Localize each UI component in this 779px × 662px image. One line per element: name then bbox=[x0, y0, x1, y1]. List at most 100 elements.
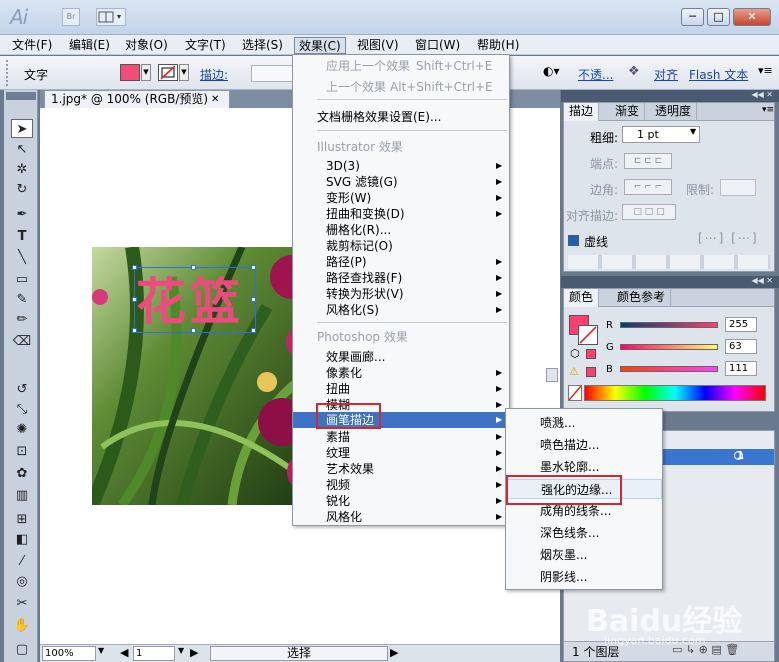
page-field[interactable]: 1 bbox=[133, 646, 175, 661]
weight-dropdown-icon[interactable]: ▼ bbox=[690, 127, 696, 136]
pen-tool-icon[interactable]: ✒ bbox=[11, 205, 33, 224]
lasso-icon[interactable]: ↻ bbox=[11, 180, 33, 199]
scale-icon[interactable]: ⤡ bbox=[11, 400, 33, 419]
magic-wand-icon[interactable]: ✲ bbox=[11, 160, 33, 179]
dashed-checkbox[interactable] bbox=[568, 235, 579, 246]
menu-item-crop-marks[interactable]: 裁剪标记(O) bbox=[293, 238, 509, 254]
submenu-item-ink-outlines[interactable]: 墨水轮廓... bbox=[506, 457, 662, 477]
paintbrush-icon[interactable]: ✎ bbox=[11, 290, 33, 309]
menu-item-sharpen[interactable]: 锐化 ▶ bbox=[293, 493, 509, 509]
rotate-icon[interactable]: ↺ bbox=[11, 380, 33, 399]
document-tab[interactable]: 1.jpg* @ 100% (RGB/预览) ✕ bbox=[44, 90, 230, 108]
corner-buttons[interactable]: ⌐ ⌐ ⌐ bbox=[624, 179, 672, 195]
menu-item-stylize-ps[interactable]: 风格化 ▶ bbox=[293, 509, 509, 525]
stroke-color-swatch[interactable] bbox=[578, 325, 598, 345]
b-slider[interactable] bbox=[620, 366, 718, 372]
menu-item-effect-gallery[interactable]: 效果画廊... bbox=[293, 349, 509, 365]
next-page-icon[interactable]: ▶ bbox=[190, 646, 198, 659]
blend-tool-icon[interactable]: ◎ bbox=[11, 572, 33, 591]
zoom-dropdown-icon[interactable]: ▼ bbox=[98, 646, 104, 655]
none-color-icon[interactable] bbox=[568, 385, 582, 401]
fill-dropdown-icon[interactable]: ▼ bbox=[141, 64, 151, 81]
g-value[interactable]: 63 bbox=[725, 339, 757, 354]
flash-text-link[interactable]: Flash 文本 bbox=[689, 66, 748, 83]
status-menu-icon[interactable]: ▶ bbox=[390, 646, 398, 659]
style-icon[interactable]: ◐▾ bbox=[543, 64, 573, 82]
menu-view[interactable]: 视图(V) bbox=[353, 37, 403, 54]
symbol-sprayer-icon[interactable]: ✿ bbox=[11, 464, 33, 483]
menu-item-3d[interactable]: 3D(3) ▶ bbox=[293, 158, 509, 174]
cap-buttons[interactable]: ⊏ ⊏ ⊏ bbox=[624, 153, 672, 169]
control-menu-icon[interactable]: ▾≡ bbox=[758, 64, 773, 77]
warp-icon[interactable]: ✺ bbox=[11, 420, 33, 439]
menu-item-distort[interactable]: 扭曲 ▶ bbox=[293, 381, 509, 397]
menu-item-video[interactable]: 视频 ▶ bbox=[293, 477, 509, 493]
panel-menu-icon[interactable]: ▾≡ bbox=[762, 105, 774, 115]
menu-object[interactable]: 对象(O) bbox=[121, 37, 172, 54]
tab-color[interactable]: 颜色 bbox=[564, 289, 600, 307]
menu-item-stylize-ai[interactable]: 风格化(S) ▶ bbox=[293, 302, 509, 318]
gamut-swatch[interactable] bbox=[586, 367, 596, 377]
gradient-tool-icon[interactable]: ◧ bbox=[11, 530, 33, 549]
menu-type[interactable]: 文字(T) bbox=[181, 37, 230, 54]
menu-select[interactable]: 选择(S) bbox=[238, 37, 287, 54]
stroke-weight-field[interactable] bbox=[251, 65, 293, 82]
dash-gap-fields[interactable] bbox=[568, 255, 770, 269]
align-link[interactable]: 对齐 bbox=[654, 66, 678, 83]
menu-item-svg-filters[interactable]: SVG 滤镜(G) ▶ bbox=[293, 174, 509, 190]
graph-tool-icon[interactable]: ▥ bbox=[11, 486, 33, 505]
menu-item-convert-shape[interactable]: 转换为形状(V) ▶ bbox=[293, 286, 509, 302]
r-value[interactable]: 255 bbox=[725, 317, 757, 332]
menu-effect[interactable]: 效果(C) bbox=[294, 37, 346, 54]
menu-item-pathfinder[interactable]: 路径查找器(F) ▶ bbox=[293, 270, 509, 286]
bridge-button[interactable]: Br bbox=[62, 8, 80, 26]
menu-item-pixelate[interactable]: 像素化 ▶ bbox=[293, 365, 509, 381]
submenu-item-sumi-e[interactable]: 烟灰墨... bbox=[506, 545, 662, 565]
status-tool-field[interactable]: 选择 bbox=[210, 646, 388, 661]
menu-help[interactable]: 帮助(H) bbox=[473, 37, 523, 54]
selection-handle[interactable] bbox=[251, 328, 256, 333]
menu-item-warp[interactable]: 变形(W) ▶ bbox=[293, 190, 509, 206]
weight-field[interactable]: 1 pt bbox=[622, 126, 700, 143]
slice-tool-icon[interactable]: ✂ bbox=[11, 594, 33, 613]
menu-item-sketch[interactable]: 素描 ▶ bbox=[293, 429, 509, 445]
page-dropdown-icon[interactable]: ▼ bbox=[178, 646, 184, 655]
r-slider[interactable] bbox=[620, 322, 718, 328]
free-transform-icon[interactable]: ⊡ bbox=[11, 442, 33, 461]
first-page-icon[interactable]: ◀ bbox=[120, 646, 128, 659]
screen-mode-icon[interactable]: ▢ bbox=[11, 640, 33, 659]
fill-swatch[interactable] bbox=[120, 64, 140, 81]
menu-item-path[interactable]: 路径(P) ▶ bbox=[293, 254, 509, 270]
close-tab-icon[interactable]: ✕ bbox=[211, 91, 219, 108]
eraser-icon[interactable]: ⌫ bbox=[11, 332, 33, 351]
stroke-dropdown-icon[interactable]: ▼ bbox=[179, 64, 189, 81]
g-slider[interactable] bbox=[620, 344, 718, 350]
direct-selection-icon[interactable]: ↖ bbox=[11, 140, 33, 159]
stroke-none-swatch[interactable] bbox=[158, 64, 178, 81]
hand-tool-icon[interactable]: ✋ bbox=[11, 616, 33, 635]
submenu-item-sprayed-strokes[interactable]: 喷色描边... bbox=[506, 435, 662, 455]
mesh-tool-icon[interactable]: ⊞ bbox=[11, 510, 33, 529]
tab-transparency[interactable]: 透明度 bbox=[650, 103, 698, 121]
menu-item-rasterize[interactable]: 栅格化(R)... bbox=[293, 222, 509, 238]
color-spectrum[interactable] bbox=[584, 385, 766, 401]
maximize-button[interactable]: □ bbox=[707, 8, 730, 26]
websafe-swatch[interactable] bbox=[586, 349, 596, 359]
selection-tool-icon[interactable]: ➤ bbox=[11, 119, 33, 138]
menu-item-artistic[interactable]: 艺术效果 ▶ bbox=[293, 461, 509, 477]
menu-file[interactable]: 文件(F) bbox=[8, 37, 56, 54]
tab-color-guide[interactable]: 颜色参考 bbox=[612, 289, 672, 307]
submenu-item-crosshatch[interactable]: 阴影线... bbox=[506, 567, 662, 587]
menu-item-distort-transform[interactable]: 扭曲和变换(D) ▶ bbox=[293, 206, 509, 222]
submenu-item-spatter[interactable]: 喷溅... bbox=[506, 413, 662, 433]
selection-handle[interactable] bbox=[251, 265, 256, 270]
limit-field[interactable] bbox=[720, 179, 756, 196]
menu-item-texture[interactable]: 纹理 ▶ bbox=[293, 445, 509, 461]
arrange-documents-icon[interactable] bbox=[96, 8, 126, 26]
pencil-icon[interactable]: ✏ bbox=[11, 310, 33, 329]
canvas-text[interactable]: 花篮 bbox=[136, 262, 244, 334]
menu-window[interactable]: 窗口(W) bbox=[411, 37, 464, 54]
tab-stroke[interactable]: 描边 bbox=[564, 103, 600, 121]
selection-handle[interactable] bbox=[251, 297, 256, 302]
recolor-icon[interactable]: ❖ bbox=[628, 64, 640, 79]
